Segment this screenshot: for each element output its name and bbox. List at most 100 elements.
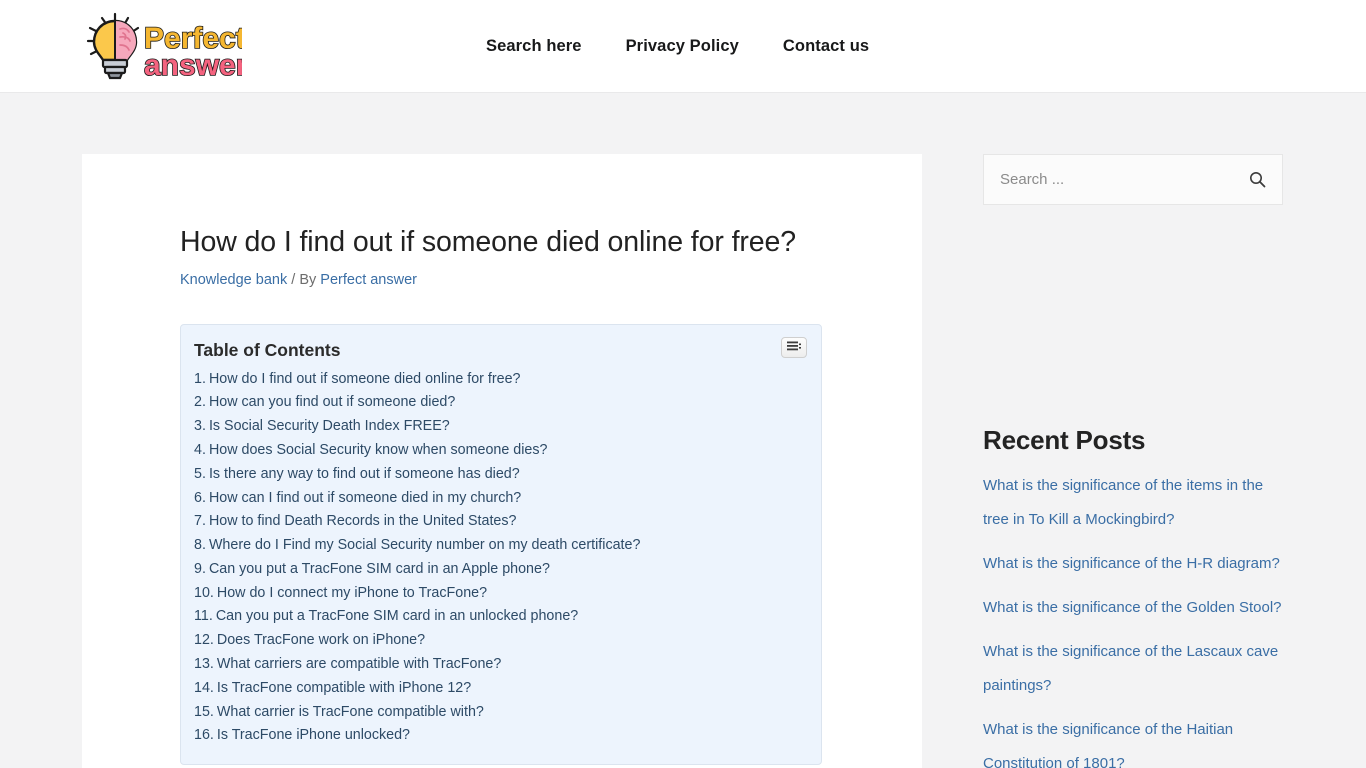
toc-item-2[interactable]: 2. How can you find out if someone died? [192, 391, 805, 415]
list-item: What is the significance of the Golden S… [983, 591, 1283, 625]
article-card: How do I find out if someone died online… [82, 154, 922, 768]
toc-item-number: 5. [194, 465, 206, 482]
list-item: 13. What carriers are compatible with Tra… [192, 653, 805, 677]
toc-item-label: Is Social Security Death Index FREE? [208, 418, 450, 435]
toc-item-9[interactable]: 9. Can you put a TracFone SIM card in an … [192, 558, 805, 582]
recent-posts-list: What is the significance of the items in… [983, 469, 1283, 768]
toc-list: 1. How do I find out if someone died onli… [192, 368, 805, 749]
toc-item-number: 8. [194, 537, 206, 554]
list-item: What is the significance of the Lascaux … [983, 635, 1283, 703]
list-item: 3. Is Social Security Death Index FREE? [192, 415, 805, 439]
toc-item-label: Where do I Find my Social Security numbe… [208, 537, 641, 554]
recent-post-2[interactable]: What is the significance of the H-R diag… [983, 555, 1280, 572]
recent-post-4[interactable]: What is the significance of the Lascaux … [983, 643, 1278, 694]
list-item: What is the significance of the Haitian … [983, 713, 1283, 768]
search-input[interactable] [984, 155, 1282, 204]
toc-item-label: Is there any way to find out if someone … [208, 465, 520, 482]
toc-item-label: How does Social Security know when someo… [208, 441, 548, 458]
list-item: 4. How does Social Security know when som… [192, 439, 805, 463]
toc-item-label: What carrier is TracFone compatible with… [216, 703, 484, 720]
toc-title: Table of Contents [194, 339, 341, 360]
toc-item-16[interactable]: 16. Is TracFone iPhone unlocked? [192, 724, 805, 748]
toc-item-15[interactable]: 15. What carrier is TracFone compatible w… [192, 701, 805, 725]
toc-item-11[interactable]: 11. Can you put a TracFone SIM card in an… [192, 605, 805, 629]
toc-item-number: 10. [194, 584, 214, 601]
page-title: How do I find out if someone died online… [180, 226, 797, 258]
toc-item-8[interactable]: 8. Where do I Find my Social Security num… [192, 534, 805, 558]
toc-item-number: 15. [194, 703, 214, 720]
table-of-contents: Table of Contents 1. How do I find out if… [180, 323, 822, 766]
toc-item-1[interactable]: 1. How do I find out if someone died onli… [192, 368, 805, 392]
recent-post-1[interactable]: What is the significance of the items in… [983, 477, 1263, 528]
toc-item-number: 7. [194, 513, 206, 530]
toc-item-label: How do I find out if someone died online… [208, 370, 521, 387]
list-item: 10. How do I connect my iPhone to TracFon… [192, 582, 805, 606]
toc-item-5[interactable]: 5. Is there any way to find out if someon… [192, 463, 805, 487]
toc-item-label: What carriers are compatible with TracFo… [216, 656, 502, 673]
article-header: How do I find out if someone died online… [82, 224, 922, 291]
list-item: 1. How do I find out if someone died onli… [192, 368, 805, 392]
list-item: 15. What carrier is TracFone compatible w… [192, 701, 805, 725]
list-toggle-glyph [787, 341, 801, 351]
list-item: 11. Can you put a TracFone SIM card in an… [192, 605, 805, 629]
toc-item-number: 13. [194, 656, 214, 673]
toc-item-label: Is TracFone compatible with iPhone 12? [216, 679, 472, 696]
category-link[interactable]: Knowledge bank [180, 272, 287, 288]
nav-privacy-policy[interactable]: Privacy Policy [604, 37, 761, 56]
toc-item-6[interactable]: 6. How can I find out if someone died in … [192, 487, 805, 511]
list-item: What is the significance of the items in… [983, 469, 1283, 537]
byline-separator: / By [287, 272, 321, 289]
nav-search-here[interactable]: Search here [486, 37, 604, 56]
list-item: 16. Is TracFone iPhone unlocked? [192, 724, 805, 748]
toc-item-10[interactable]: 10. How do I connect my iPhone to TracFon… [192, 582, 805, 606]
perfect-answer-logo[interactable]: Perfect answer [82, 8, 242, 86]
list-item: 12. Does TracFone work on iPhone? [192, 629, 805, 653]
list-item: What is the significance of the H-R diag… [983, 547, 1283, 581]
toc-item-3[interactable]: 3. Is Social Security Death Index FREE? [192, 415, 805, 439]
list-toggle-icon[interactable] [781, 336, 807, 358]
toc-item-7[interactable]: 7. How to find Death Records in the Unite… [192, 510, 805, 534]
search-icon[interactable] [1246, 169, 1268, 191]
page-body: How do I find out if someone died online… [0, 93, 1366, 768]
list-item: 6. How can I find out if someone died in … [192, 487, 805, 511]
recent-posts-title: Recent Posts [983, 425, 1146, 455]
toc-item-label: How can I find out if someone died in my… [208, 489, 522, 506]
list-item: 9. Can you put a TracFone SIM card in an … [192, 558, 805, 582]
toc-item-number: 2. [194, 394, 206, 411]
search-widget [983, 154, 1283, 205]
list-item: 5. Is there any way to find out if someon… [192, 463, 805, 487]
toc-item-label: Can you put a TracFone SIM card in an un… [215, 608, 579, 625]
sidebar: Recent Posts What is the significance of… [983, 154, 1283, 768]
toc-item-label: How do I connect my iPhone to TracFone? [216, 584, 488, 601]
toc-item-number: 3. [194, 418, 206, 435]
toc-item-4[interactable]: 4. How does Social Security know when som… [192, 439, 805, 463]
recent-post-3[interactable]: What is the significance of the Golden S… [983, 599, 1282, 616]
toc-item-number: 9. [194, 560, 206, 577]
toc-item-number: 4. [194, 441, 206, 458]
article-byline: Knowledge bank / By Perfect answer [180, 270, 824, 290]
recent-post-5[interactable]: What is the significance of the Haitian … [983, 721, 1233, 768]
toc-item-number: 11. [194, 608, 213, 625]
list-item: 14. Is TracFone compatible with iPhone 12… [192, 677, 805, 701]
toc-item-number: 12. [194, 632, 214, 649]
nav-contact-us[interactable]: Contact us [761, 37, 891, 56]
toc-item-label: How can you find out if someone died? [208, 394, 456, 411]
main-navigation: Search here Privacy Policy Contact us [486, 0, 891, 93]
toc-item-number: 6. [194, 489, 206, 506]
toc-item-14[interactable]: 14. Is TracFone compatible with iPhone 12… [192, 677, 805, 701]
recent-posts-widget: Recent Posts What is the significance of… [983, 425, 1283, 768]
toc-item-12[interactable]: 12. Does TracFone work on iPhone? [192, 629, 805, 653]
list-item: 2. How can you find out if someone died? [192, 391, 805, 415]
toc-item-number: 16. [194, 727, 214, 744]
logo-word-answer: answer [144, 49, 242, 82]
author-link[interactable]: Perfect answer [320, 272, 417, 288]
site-header: Perfect answer Search here Privacy Polic… [0, 0, 1366, 93]
toc-item-13[interactable]: 13. What carriers are compatible with Tra… [192, 653, 805, 677]
list-item: 8. Where do I Find my Social Security num… [192, 534, 805, 558]
toc-item-label: Does TracFone work on iPhone? [216, 632, 426, 649]
toc-item-label: Can you put a TracFone SIM card in an Ap… [208, 560, 550, 577]
toc-item-label: How to find Death Records in the United … [208, 513, 517, 530]
logo-graphic: Perfect answer [86, 12, 242, 83]
toc-item-label: Is TracFone iPhone unlocked? [216, 727, 411, 744]
search-glyph [1249, 172, 1265, 188]
